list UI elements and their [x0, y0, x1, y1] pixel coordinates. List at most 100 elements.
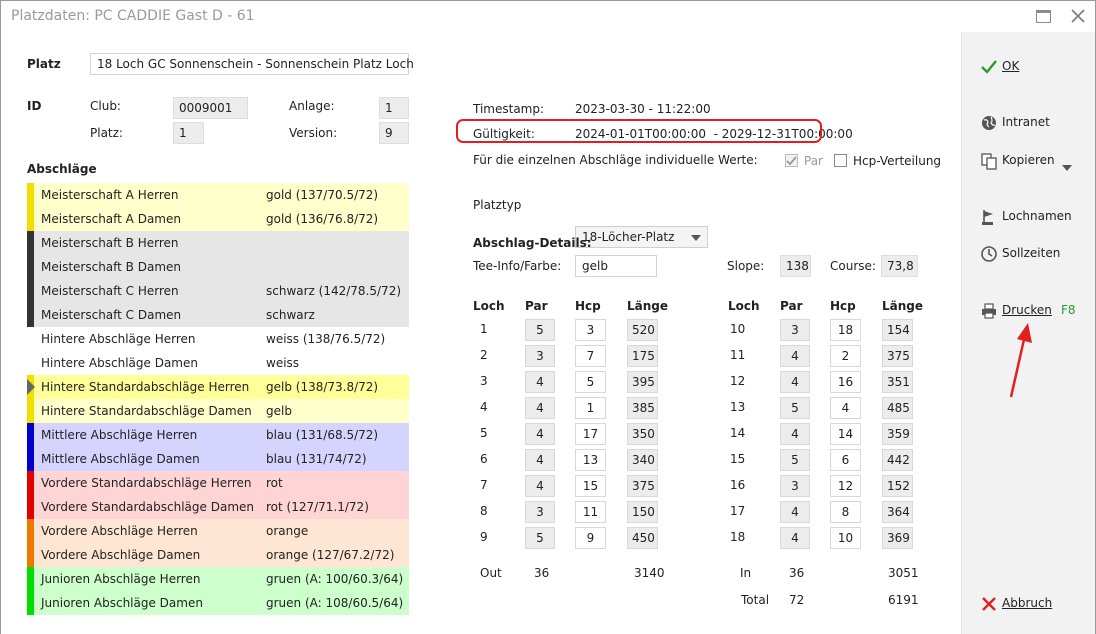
hole-laenge: 350 [627, 423, 658, 445]
hole-par: 5 [780, 397, 810, 419]
tee-row[interactable]: Junioren Abschläge Herren gruen (A: 100/6… [27, 567, 409, 591]
hole-hcp-input[interactable]: 12 [830, 475, 861, 497]
hole-number: 6 [480, 452, 488, 466]
hole-hcp-input[interactable]: 10 [830, 527, 861, 549]
tee-row[interactable]: Mittlere Abschläge Damen blau (131/74/72) [27, 447, 409, 471]
col-par-back: Par [780, 299, 803, 313]
drucken-shortcut: F8 [1061, 303, 1076, 317]
platztyp-value: 18-Löcher-Platz [582, 230, 675, 244]
hole-hcp-input[interactable]: 13 [575, 449, 606, 471]
hole-number: 12 [730, 374, 746, 388]
out-label: Out [480, 566, 502, 580]
hole-par: 5 [525, 319, 555, 341]
tee-info-field[interactable]: gelb [575, 255, 657, 277]
tee-row[interactable]: Meisterschaft A Herren gold (137/70.5/72) [27, 183, 409, 207]
tee-value: rot [266, 476, 283, 490]
tee-row[interactable]: Meisterschaft B Herren [27, 231, 409, 255]
hole-hcp-input[interactable]: 3 [575, 319, 606, 341]
platztyp-select[interactable]: 18-Löcher-Platz [575, 226, 708, 248]
tee-row[interactable]: Hintere Standardabschläge Herren gelb (13… [27, 375, 409, 399]
chevron-down-icon [691, 235, 701, 241]
tee-info-label: Tee-Info/Farbe: [473, 259, 562, 273]
kopieren-label: Kopieren [1002, 153, 1055, 167]
tee-name: Vordere Standardabschläge Herren [41, 476, 252, 490]
tee-row[interactable]: Hintere Abschläge Herren weiss (138/76.5/… [27, 327, 409, 351]
hole-hcp-input[interactable]: 15 [575, 475, 606, 497]
tee-name: Junioren Abschläge Damen [41, 596, 203, 610]
tee-row[interactable]: Junioren Abschläge Damen gruen (A: 108/60… [27, 591, 409, 615]
hole-hcp-input[interactable]: 16 [830, 371, 861, 393]
hole-par: 3 [780, 475, 810, 497]
hole-par: 4 [525, 397, 555, 419]
tee-row[interactable]: Hintere Abschläge Damen weiss [27, 351, 409, 375]
tee-value: gelb (138/73.8/72) [266, 380, 379, 394]
hcp-verteilung-checkbox[interactable] [834, 154, 847, 167]
par-checkbox[interactable] [785, 154, 798, 167]
tee-name: Mittlere Abschläge Damen [41, 452, 200, 466]
course-label: Course: [830, 259, 876, 273]
hole-hcp-input[interactable]: 7 [575, 345, 606, 367]
col-loch-front: Loch [473, 299, 505, 313]
hole-number: 16 [730, 478, 746, 492]
out-par: 36 [534, 566, 550, 580]
platz-field[interactable]: 18 Loch GC Sonnenschein - Sonnenschein P… [90, 53, 414, 75]
hole-hcp-input[interactable]: 18 [830, 319, 861, 341]
hole-number: 11 [730, 348, 746, 362]
slope-label: Slope: [727, 259, 765, 273]
hole-hcp-input[interactable]: 9 [575, 527, 606, 549]
kopieren-dropdown-icon[interactable] [1062, 165, 1072, 171]
hole-hcp-input[interactable]: 4 [830, 397, 861, 419]
tee-row[interactable]: Vordere Standardabschläge Herren rot [27, 471, 409, 495]
tee-row[interactable]: Mittlere Abschläge Herren blau (131/68.5/… [27, 423, 409, 447]
tee-row[interactable]: Vordere Abschläge Herren orange [27, 519, 409, 543]
tee-row[interactable]: Meisterschaft C Damen schwarz [27, 303, 409, 327]
hole-number: 14 [730, 426, 746, 440]
hole-hcp-input[interactable]: 5 [575, 371, 606, 393]
tee-value: gruen (A: 100/60.3/64) [266, 572, 404, 586]
hole-laenge: 340 [627, 449, 658, 471]
hole-laenge: 369 [882, 527, 913, 549]
maximize-icon[interactable] [1036, 10, 1051, 23]
in-par: 36 [789, 566, 805, 580]
tee-name: Junioren Abschläge Herren [41, 572, 201, 586]
hole-par: 4 [780, 501, 810, 523]
club-value: 0009001 [173, 97, 248, 119]
tee-name: Meisterschaft A Damen [41, 212, 181, 226]
row-selected-icon [27, 379, 35, 395]
hole-hcp-input[interactable]: 1 [575, 397, 606, 419]
hole-hcp-input[interactable]: 8 [830, 501, 861, 523]
timestamp-label: Timestamp: [473, 102, 545, 116]
hole-hcp-input[interactable]: 17 [575, 423, 606, 445]
tee-name: Meisterschaft C Herren [41, 284, 179, 298]
hole-par: 4 [780, 527, 810, 549]
hole-hcp-input[interactable]: 11 [575, 501, 606, 523]
hole-number: 18 [730, 530, 746, 544]
hole-hcp-input[interactable]: 2 [830, 345, 861, 367]
col-hcp-back: Hcp [830, 299, 856, 313]
tee-row[interactable]: Vordere Abschläge Damen orange (127/67.2/… [27, 543, 409, 567]
hole-laenge: 375 [627, 475, 658, 497]
hole-par: 3 [525, 345, 555, 367]
tee-name: Meisterschaft A Herren [41, 188, 179, 202]
window-title: Platzdaten: PC CADDIE Gast D - 61 [11, 8, 255, 24]
hole-hcp-input[interactable]: 14 [830, 423, 861, 445]
hole-number: 13 [730, 400, 746, 414]
hole-hcp-input[interactable]: 6 [830, 449, 861, 471]
abschlag-details-title: Abschlag-Details: [473, 236, 592, 250]
tee-row[interactable]: Meisterschaft A Damen gold (136/76.8/72) [27, 207, 409, 231]
tee-row[interactable]: Vordere Standardabschläge Damen rot (127/… [27, 495, 409, 519]
tee-value: gruen (A: 108/60.5/64) [266, 596, 404, 610]
tee-value: schwarz (142/78.5/72) [266, 284, 402, 298]
abbruch-label: Abbruch [1002, 596, 1053, 610]
tee-row[interactable]: Meisterschaft B Damen [27, 255, 409, 279]
tee-value: weiss [266, 356, 300, 370]
tee-name: Meisterschaft B Herren [41, 236, 179, 250]
hole-laenge: 150 [627, 501, 658, 523]
platz-id-label: Platz: [90, 126, 123, 140]
close-icon[interactable] [1069, 7, 1087, 25]
total-par: 72 [789, 593, 805, 607]
tee-row[interactable]: Hintere Standardabschläge Damen gelb [27, 399, 409, 423]
tee-name: Hintere Standardabschläge Damen [41, 404, 252, 418]
drucken-label: Drucken [1002, 303, 1052, 317]
tee-row[interactable]: Meisterschaft C Herren schwarz (142/78.5/… [27, 279, 409, 303]
